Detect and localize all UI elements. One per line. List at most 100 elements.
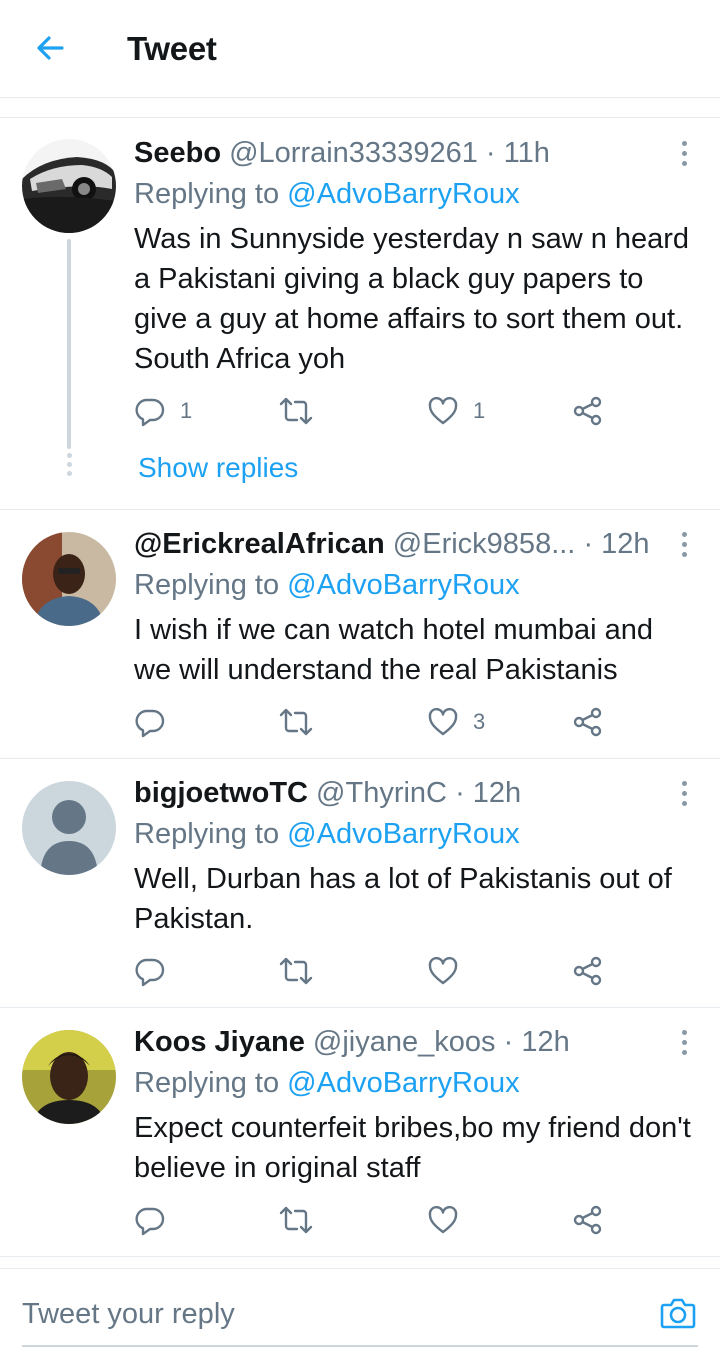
share-button[interactable]: [572, 1200, 604, 1240]
share-icon: [573, 1205, 602, 1235]
tweet-item[interactable]: @ErickrealAfrican @Erick9858... · 12h Re…: [0, 510, 720, 759]
like-button[interactable]: 1: [427, 391, 485, 431]
tweet-text: Was in Sunnyside yesterday n saw n heard…: [134, 223, 690, 375]
user-handle[interactable]: @Erick9858...: [393, 528, 576, 560]
replying-to: Replying to @AdvoBarryRoux: [134, 567, 520, 603]
timestamp[interactable]: 12h: [601, 528, 649, 560]
mention-link[interactable]: @AdvoBarryRoux: [287, 178, 520, 210]
tweet-actions: 1 1: [134, 391, 614, 431]
like-button[interactable]: [427, 951, 473, 991]
input-underline: [22, 1345, 698, 1347]
arrow-left-icon: [37, 36, 64, 60]
reply-icon: [135, 958, 165, 987]
person-avatar-image: [22, 532, 116, 626]
avatar[interactable]: [22, 532, 116, 626]
tweet-item[interactable]: Seebo @Lorrain33339261 · 11h Replying to…: [0, 119, 720, 510]
timestamp[interactable]: 11h: [504, 137, 550, 169]
more-vertical-icon: [681, 780, 687, 786]
like-button[interactable]: 3: [427, 702, 485, 742]
reply-icon: [135, 398, 165, 427]
timestamp[interactable]: 12h: [473, 777, 521, 809]
share-icon: [573, 707, 602, 737]
mention-link[interactable]: @AdvoBarryRoux: [287, 1067, 520, 1099]
share-button[interactable]: [572, 702, 604, 742]
retweet-icon: [279, 957, 313, 985]
display-name[interactable]: Seebo: [134, 137, 221, 169]
display-name[interactable]: Koos Jiyane: [134, 1026, 305, 1058]
more-vertical-icon: [681, 531, 687, 537]
timestamp[interactable]: 12h: [521, 1026, 569, 1058]
reply-button[interactable]: 1: [134, 391, 192, 431]
reply-button[interactable]: [134, 1200, 180, 1240]
user-handle[interactable]: @jiyane_koos: [313, 1026, 496, 1058]
tweet-header: @ErickrealAfrican @Erick9858... · 12h: [134, 526, 680, 562]
thread-more-dots: [65, 453, 73, 476]
camera-icon: [660, 1298, 696, 1329]
like-button[interactable]: [427, 1200, 473, 1240]
default-avatar[interactable]: [22, 781, 116, 875]
tweet-item[interactable]: bigjoetwoTC @ThyrinC · 12h Replying to @…: [0, 759, 720, 1008]
more-options-button[interactable]: [670, 775, 698, 811]
tweet-header: Seebo @Lorrain33339261 · 11h: [134, 135, 680, 171]
reply-button[interactable]: [134, 951, 180, 991]
retweet-icon: [279, 1206, 313, 1234]
tweet-header: bigjoetwoTC @ThyrinC · 12h: [134, 775, 680, 811]
share-button[interactable]: [572, 391, 604, 431]
heart-icon: [428, 956, 458, 985]
like-count: 1: [473, 398, 486, 423]
mention-link[interactable]: @AdvoBarryRoux: [287, 569, 520, 601]
tweet-actions: [134, 951, 614, 991]
like-count: 3: [473, 709, 486, 734]
camera-button[interactable]: [658, 1293, 698, 1333]
replying-to: Replying to @AdvoBarryRoux: [134, 816, 520, 852]
retweet-button[interactable]: [279, 951, 327, 991]
tweet-actions: 3: [134, 702, 614, 742]
avatar[interactable]: [22, 1030, 116, 1124]
share-button[interactable]: [572, 951, 604, 991]
tweet-actions: [134, 1200, 614, 1240]
more-vertical-icon: [681, 1029, 687, 1035]
heart-icon: [428, 396, 458, 425]
user-handle[interactable]: @Lorrain33339261: [229, 137, 478, 169]
reply-icon: [135, 1207, 165, 1236]
separator-dot: ·: [455, 777, 465, 809]
display-name[interactable]: @ErickrealAfrican: [134, 528, 385, 560]
tweet-text: Expect counterfeit bribes,bo my friend d…: [134, 1112, 691, 1184]
tweet-item[interactable]: Koos Jiyane @jiyane_koos · 12h Replying …: [0, 1008, 720, 1257]
replying-to: Replying to @AdvoBarryRoux: [134, 1065, 520, 1101]
show-replies-link[interactable]: Show replies: [138, 452, 298, 484]
top-bar: Tweet: [0, 0, 720, 98]
reply-button[interactable]: [134, 702, 180, 742]
more-options-button[interactable]: [670, 135, 698, 171]
more-options-button[interactable]: [670, 526, 698, 562]
retweet-button[interactable]: [279, 391, 327, 431]
reply-input[interactable]: [22, 1291, 622, 1337]
page-title: Tweet: [127, 30, 217, 67]
more-options-button[interactable]: [670, 1024, 698, 1060]
more-vertical-icon: [681, 140, 687, 146]
person-silhouette-icon: [40, 800, 98, 875]
user-handle[interactable]: @ThyrinC: [316, 777, 447, 809]
separator-dot: ·: [583, 528, 594, 560]
avatar[interactable]: [22, 139, 116, 233]
heart-icon: [428, 707, 458, 736]
person-avatar-image: [22, 1030, 116, 1124]
display-name[interactable]: bigjoetwoTC: [134, 777, 308, 809]
retweet-icon: [279, 397, 313, 425]
retweet-button[interactable]: [279, 702, 327, 742]
heart-icon: [428, 1205, 458, 1234]
mention-link[interactable]: @AdvoBarryRoux: [287, 818, 520, 850]
retweet-button[interactable]: [279, 1200, 327, 1240]
replying-to-prefix: Replying to: [134, 818, 280, 850]
thread-connector: [67, 239, 71, 449]
share-icon: [573, 396, 602, 426]
back-button[interactable]: [30, 28, 70, 68]
replying-to-prefix: Replying to: [134, 569, 280, 601]
separator-dot: ·: [485, 137, 496, 169]
replying-to-prefix: Replying to: [134, 1067, 280, 1099]
reply-composer: [0, 1268, 720, 1355]
car-avatar-image: [22, 139, 116, 233]
retweet-icon: [279, 708, 313, 736]
share-icon: [573, 956, 602, 986]
replying-to: Replying to @AdvoBarryRoux: [134, 176, 520, 212]
